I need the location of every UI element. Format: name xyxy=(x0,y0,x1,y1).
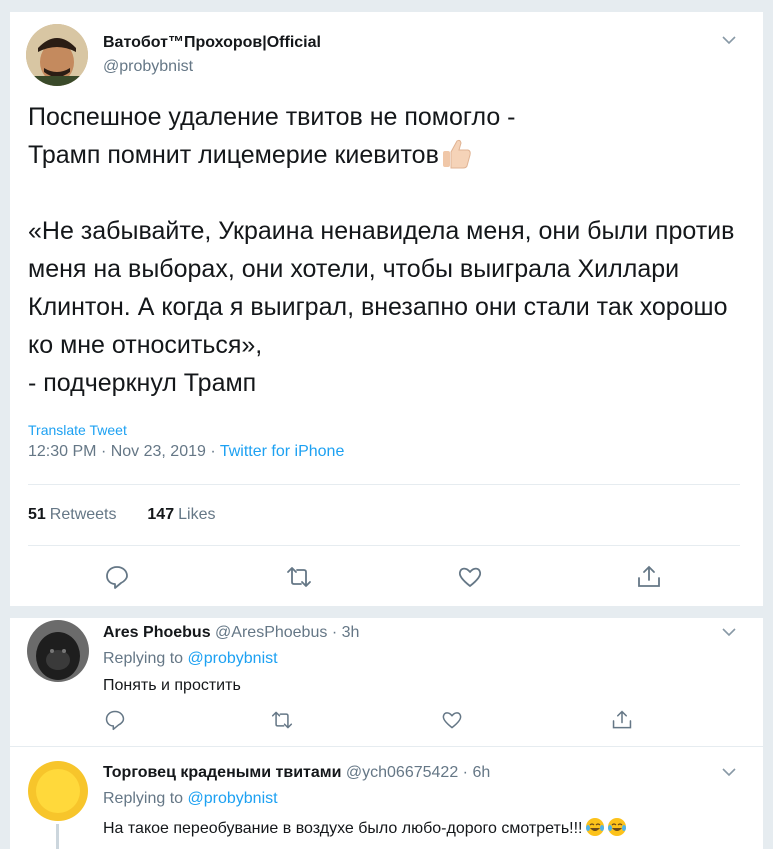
like-heart-icon[interactable] xyxy=(457,564,483,590)
author-display-name[interactable]: Ватобот™Прохоров|Official xyxy=(103,34,321,52)
tweet-meta: 12:30 PM · Nov 23, 2019 · Twitter for iP… xyxy=(28,443,344,461)
reply-text-line: На такое переобувание в воздухе было люб… xyxy=(103,817,627,838)
frame-right xyxy=(763,0,773,849)
avatar-image xyxy=(26,24,88,86)
divider xyxy=(10,746,763,747)
replying-to-mention[interactable]: @probybnist xyxy=(188,790,278,807)
tweet-date[interactable]: Nov 23, 2019 xyxy=(111,443,206,460)
reply-age[interactable]: 3h xyxy=(342,624,360,641)
replying-to: Replying to @probybnist xyxy=(103,650,278,668)
tweet-time[interactable]: 12:30 PM xyxy=(28,443,96,460)
reply-author-handle[interactable]: @ych06675422 xyxy=(346,764,458,781)
reply-age[interactable]: 6h xyxy=(472,764,490,781)
chevron-down-icon[interactable] xyxy=(722,35,736,45)
share-icon[interactable] xyxy=(636,564,662,590)
tweet-source[interactable]: Twitter for iPhone xyxy=(220,443,345,460)
retweets-count: 51 xyxy=(28,506,46,523)
frame-top xyxy=(0,0,773,12)
reply-icon[interactable] xyxy=(104,709,126,731)
replying-to-label: Replying to xyxy=(103,790,184,807)
likes-label: Likes xyxy=(178,506,216,523)
tweet-quote: «Не забывайте, Украина ненавидела меня, … xyxy=(28,217,735,397)
reply-author-line: Торговец крадеными твитами @ych06675422 … xyxy=(103,764,490,782)
author-handle[interactable]: @probybnist xyxy=(103,58,193,76)
reply-author-name[interactable]: Торговец крадеными твитами xyxy=(103,764,341,781)
reply-icon[interactable] xyxy=(104,564,130,590)
divider xyxy=(28,545,740,546)
reply-text: На такое переобувание в воздухе было люб… xyxy=(103,820,583,837)
reply-author-name[interactable]: Ares Phoebus xyxy=(103,624,211,641)
avatar[interactable] xyxy=(27,760,89,822)
reply-text: Понять и простить xyxy=(103,677,241,694)
replying-to-mention[interactable]: @probybnist xyxy=(188,650,278,667)
gorilla-avatar-image xyxy=(27,620,89,682)
retweet-icon[interactable] xyxy=(286,564,312,590)
reply-separator: · xyxy=(331,624,342,641)
yellow-circle-avatar-image xyxy=(27,760,89,822)
divider xyxy=(28,484,740,485)
retweets-label: Retweets xyxy=(49,506,117,523)
thread-line xyxy=(56,824,59,849)
like-heart-icon[interactable] xyxy=(441,709,463,731)
replying-to: Replying to @probybnist xyxy=(103,790,278,808)
translate-tweet-link[interactable]: Translate Tweet xyxy=(28,422,127,438)
retweets-stat[interactable]: 51 Retweets xyxy=(28,506,117,523)
reply-separator: · xyxy=(462,764,473,781)
chevron-down-icon[interactable] xyxy=(722,627,736,637)
meta-separator: · xyxy=(210,443,220,460)
reply-author-handle[interactable]: @AresPhoebus xyxy=(215,624,327,641)
engagement-counts: 51 Retweets 147 Likes xyxy=(28,506,215,524)
reply-author-line: Ares Phoebus @AresPhoebus · 3h xyxy=(103,624,359,642)
tweet-body: Поспешное удаление твитов не помогло - Т… xyxy=(28,98,748,402)
section-divider xyxy=(10,606,763,618)
tears-of-joy-emoji-icon xyxy=(585,818,604,836)
replying-to-label: Replying to xyxy=(103,650,184,667)
chevron-down-icon[interactable] xyxy=(722,767,736,777)
share-icon[interactable] xyxy=(611,709,633,731)
frame-left xyxy=(0,0,10,849)
thumbs-up-emoji-icon xyxy=(442,139,471,169)
avatar[interactable] xyxy=(26,24,88,86)
meta-separator: · xyxy=(100,443,111,460)
retweet-icon[interactable] xyxy=(271,709,293,731)
avatar[interactable] xyxy=(27,620,89,682)
tears-of-joy-emoji-icon xyxy=(607,818,626,836)
likes-count: 147 xyxy=(147,506,175,523)
likes-stat[interactable]: 147 Likes xyxy=(147,506,215,523)
